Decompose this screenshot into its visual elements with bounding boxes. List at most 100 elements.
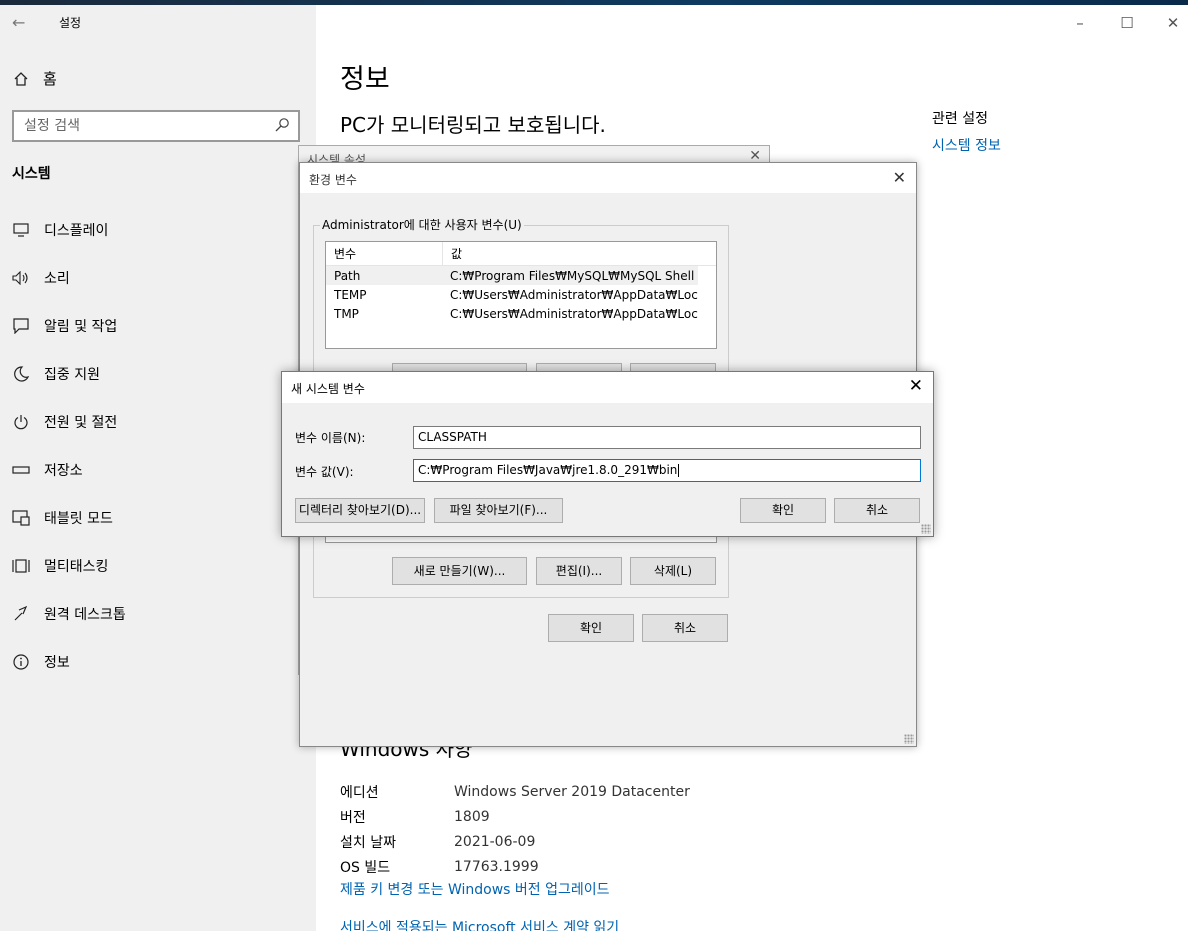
sidebar-item-about[interactable]: 정보	[0, 638, 316, 686]
spec-row: 설치 날짜 2021-06-09	[340, 829, 840, 854]
sidebar-item-label: 전원 및 절전	[44, 415, 118, 431]
close-icon[interactable]: ✕	[909, 376, 923, 396]
spec-value: 1809	[454, 808, 490, 825]
home-icon	[14, 71, 28, 86]
variable-name: TMP	[334, 306, 359, 321]
settings-search-box[interactable]	[12, 110, 300, 142]
variable-value-text: C:₩Program Files₩Java₩jre1.8.0_291₩bin	[418, 463, 678, 477]
column-header-value[interactable]: 값	[443, 242, 462, 265]
windows-spec-list: 에디션 Windows Server 2019 Datacenter 버전 1809…	[340, 779, 840, 879]
system-delete-button[interactable]: 삭제(L)	[630, 557, 716, 585]
dialog-title: 새 시스템 변수	[291, 382, 365, 396]
spec-row: OS 빌드 17763.1999	[340, 854, 840, 879]
cancel-button[interactable]: 취소	[834, 498, 920, 523]
home-nav-item[interactable]: 홈	[13, 68, 57, 89]
system-edit-button[interactable]: 편집(I)...	[536, 557, 622, 585]
spec-key: 에디션	[340, 784, 379, 801]
system-new-button[interactable]: 새로 만들기(W)...	[392, 557, 527, 585]
spec-row: 버전 1809	[340, 804, 840, 829]
variable-value-label: 변수 값(V):	[295, 465, 354, 479]
power-icon	[12, 413, 30, 431]
sidebar-item-remote-desktop[interactable]: 원격 데스크톱	[0, 590, 316, 638]
service-agreement-link[interactable]: 서비스에 적용되는 Microsoft 서비스 계약 읽기	[340, 917, 619, 931]
sidebar-item-sound[interactable]: 소리	[0, 254, 316, 302]
spec-key: 버전	[340, 809, 366, 826]
resize-grip-icon[interactable]	[921, 524, 931, 534]
ok-button[interactable]: 확인	[740, 498, 826, 523]
sidebar-item-multitasking[interactable]: 멀티태스킹	[0, 542, 316, 590]
spec-key: 설치 날짜	[340, 834, 396, 851]
variable-name-text: CLASSPATH	[418, 430, 487, 444]
column-header-variable[interactable]: 변수	[326, 242, 443, 265]
app-title: 설정	[59, 16, 82, 30]
spec-row: 에디션 Windows Server 2019 Datacenter	[340, 779, 840, 804]
sidebar-nav-list: 디스플레이 소리 알림 및 작업 집중 지원 전원 및 절전 저장소 태블릿 모…	[0, 206, 316, 686]
user-variables-list[interactable]: 변수 값 Path C:₩Program Files₩MySQL₩MySQL Sh…	[325, 241, 717, 349]
variable-name-input[interactable]: CLASSPATH	[413, 426, 921, 449]
sidebar-item-label: 소리	[44, 271, 70, 287]
variable-value-input[interactable]: C:₩Program Files₩Java₩jre1.8.0_291₩bin	[413, 459, 921, 482]
sidebar-item-label: 디스플레이	[44, 223, 109, 239]
sidebar-item-power[interactable]: 전원 및 절전	[0, 398, 316, 446]
maximize-icon[interactable]: ☐	[1117, 13, 1137, 33]
page-title: 정보	[340, 64, 390, 95]
settings-sidebar: ← 설정 홈 시스템 디스플레이 소리 알림 및 작업 집중 지원 전원 및 절…	[0, 5, 316, 931]
variable-name: Path	[334, 268, 361, 283]
sidebar-item-display[interactable]: 디스플레이	[0, 206, 316, 254]
list-item[interactable]: Path C:₩Program Files₩MySQL₩MySQL Shell 8…	[326, 266, 698, 285]
dialog-title: 환경 변수	[309, 173, 357, 187]
spec-value: Windows Server 2019 Datacenter	[454, 783, 690, 800]
info-icon	[12, 653, 30, 671]
back-arrow-icon[interactable]: ←	[12, 13, 32, 33]
minimize-icon[interactable]: –	[1070, 13, 1090, 33]
sidebar-item-label: 멀티태스킹	[44, 559, 109, 575]
multitasking-icon	[12, 557, 30, 575]
sidebar-item-tablet-mode[interactable]: 태블릿 모드	[0, 494, 316, 542]
sidebar-item-label: 태블릿 모드	[44, 511, 113, 527]
upgrade-edition-link[interactable]: 제품 키 변경 또는 Windows 버전 업그레이드	[340, 879, 610, 899]
sidebar-item-label: 집중 지원	[44, 367, 100, 383]
dialog-titlebar: 환경 변수 ✕	[300, 163, 916, 193]
remote-desktop-icon	[12, 605, 30, 623]
sidebar-item-label: 저장소	[44, 463, 83, 479]
user-variables-label: Administrator에 대한 사용자 변수(U)	[320, 216, 524, 233]
sidebar-item-focus-assist[interactable]: 집중 지원	[0, 350, 316, 398]
ok-button[interactable]: 확인	[548, 614, 634, 642]
home-label: 홈	[43, 70, 57, 88]
section-title: 시스템	[12, 166, 51, 182]
dialog-titlebar: 새 시스템 변수 ✕	[282, 372, 933, 403]
notification-icon	[12, 317, 30, 335]
variable-name: TEMP	[334, 287, 367, 302]
monitor-icon	[12, 221, 30, 239]
close-window-icon[interactable]: ✕	[1163, 13, 1183, 33]
sidebar-item-storage[interactable]: 저장소	[0, 446, 316, 494]
list-item[interactable]: TEMP C:₩Users₩Administrator₩AppData₩Local…	[326, 285, 716, 304]
browse-directory-button[interactable]: 디렉터리 찾아보기(D)...	[295, 498, 425, 523]
protection-status: PC가 모니터링되고 보호됩니다.	[340, 113, 606, 137]
spec-value: 17763.1999	[454, 858, 539, 875]
list-item[interactable]: TMP C:₩Users₩Administrator₩AppData₩Local₩…	[326, 304, 716, 323]
variable-name-label: 변수 이름(N):	[295, 431, 366, 445]
spec-key: OS 빌드	[340, 859, 391, 876]
storage-icon	[12, 461, 30, 479]
search-icon[interactable]	[274, 117, 290, 133]
variable-value: C:₩Program Files₩MySQL₩MySQL Shell 8....	[450, 268, 698, 283]
text-caret	[678, 464, 680, 477]
variable-value: C:₩Users₩Administrator₩AppData₩Local₩...	[450, 306, 698, 321]
system-info-link[interactable]: 시스템 정보	[932, 135, 1001, 155]
resize-grip-icon[interactable]	[904, 734, 914, 744]
moon-icon	[12, 365, 30, 383]
cancel-button[interactable]: 취소	[642, 614, 728, 642]
variable-value: C:₩Users₩Administrator₩AppData₩Local₩...	[450, 287, 698, 302]
speaker-icon	[12, 269, 30, 287]
search-input[interactable]	[14, 112, 264, 140]
sidebar-item-label: 정보	[44, 655, 70, 671]
browse-file-button[interactable]: 파일 찾아보기(F)...	[434, 498, 563, 523]
related-settings-title: 관련 설정	[932, 111, 988, 127]
spec-value: 2021-06-09	[454, 833, 536, 850]
close-icon[interactable]: ✕	[893, 168, 906, 187]
sidebar-item-label: 원격 데스크톱	[44, 607, 126, 623]
list-header: 변수 값	[326, 242, 716, 266]
sidebar-item-label: 알림 및 작업	[44, 319, 118, 335]
sidebar-item-notifications[interactable]: 알림 및 작업	[0, 302, 316, 350]
